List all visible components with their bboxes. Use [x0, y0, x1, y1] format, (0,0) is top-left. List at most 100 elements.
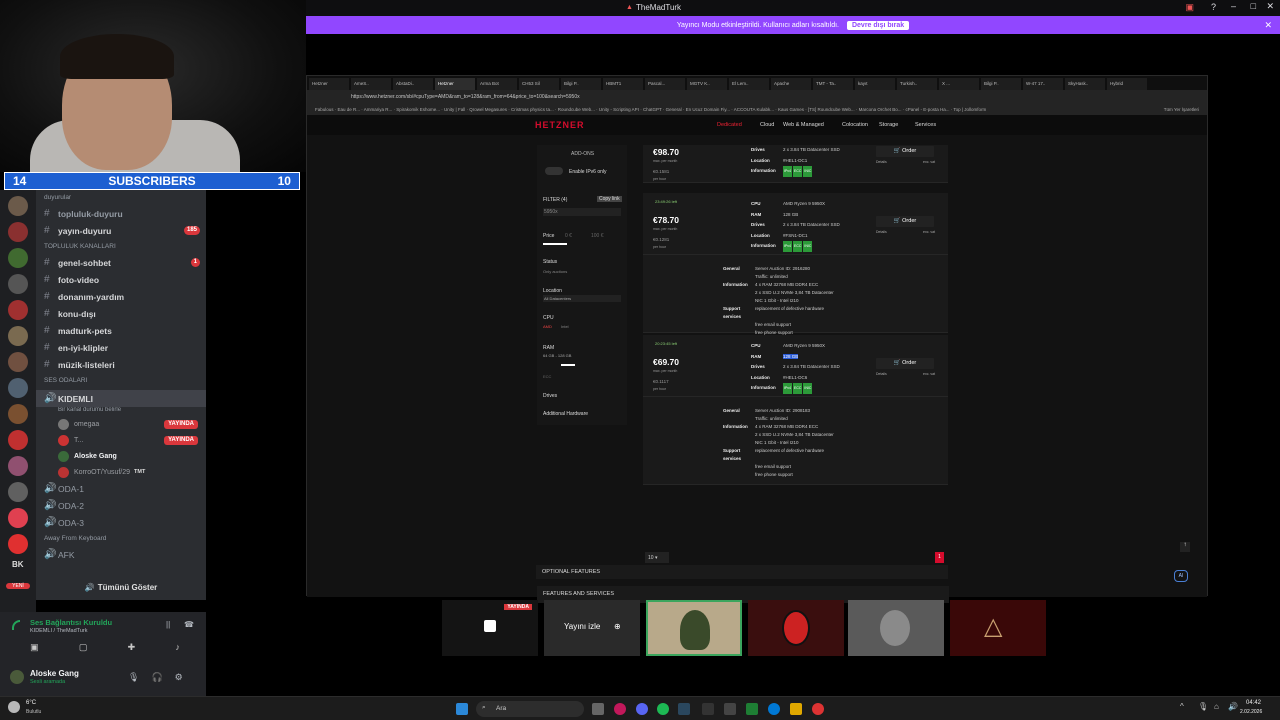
network-icon[interactable]: ⌂ — [1214, 702, 1219, 711]
steam-icon[interactable] — [678, 703, 690, 715]
drives-label[interactable]: Drives — [543, 393, 557, 399]
server-icon[interactable] — [8, 222, 28, 242]
server-icon[interactable] — [8, 508, 28, 528]
tray-chevron-icon[interactable]: ^ — [1180, 702, 1184, 711]
soundboard-icon[interactable]: ♪ — [175, 642, 180, 653]
browser-tab[interactable]: Bilgi P.. — [561, 78, 601, 90]
voice-channel-afk[interactable]: 🔊 AFK — [36, 546, 206, 563]
price-slider[interactable] — [543, 243, 567, 245]
status-value[interactable]: Only auctions — [543, 269, 567, 274]
voice-room[interactable]: 🔊 ODA-1 — [36, 480, 206, 497]
server-icon[interactable] — [8, 430, 28, 450]
server-icon[interactable] — [8, 404, 28, 424]
ecc-label[interactable]: ECC — [543, 374, 551, 379]
server-icon[interactable] — [8, 274, 28, 294]
browser-tab[interactable]: CH53 Sil — [519, 78, 559, 90]
chrome-icon[interactable] — [812, 703, 824, 715]
close-banner-icon[interactable]: ✕ — [1264, 20, 1272, 31]
connection-channel[interactable]: KIDEMLI / TheMadTurk — [30, 628, 87, 634]
help-icon[interactable]: ? — [1211, 2, 1216, 12]
participant-thumb[interactable]: △ — [950, 600, 1046, 656]
noise-icon[interactable]: || — [166, 620, 170, 629]
location-select[interactable]: All Datacenters — [543, 295, 621, 302]
discord-icon[interactable] — [636, 703, 648, 715]
all-bookmarks[interactable]: Tüm Yer İşaretleri — [1164, 107, 1199, 112]
participant-thumb[interactable] — [646, 600, 742, 656]
weather-text[interactable]: Bulutlu — [26, 709, 41, 715]
ram-label[interactable]: RAM — [543, 345, 554, 351]
status-label[interactable]: Status — [543, 259, 557, 265]
voice-channel-kidemli[interactable]: 🔊 KIDEMLI — [36, 390, 206, 407]
headphones-icon[interactable]: 🎧 — [151, 672, 162, 683]
server-icon[interactable] — [8, 534, 28, 554]
cpu-intel[interactable]: Intel — [561, 324, 569, 329]
channel-category[interactable]: TOPLULUK KANALLARI — [36, 239, 206, 254]
voice-user[interactable]: T... YAYINDA — [36, 432, 206, 448]
voice-user[interactable]: KorroOT/Yusuf/29 TMT — [36, 464, 206, 480]
camera-icon[interactable]: ▣ — [30, 642, 39, 653]
clock-date[interactable]: 2.02.2026 — [1240, 709, 1262, 715]
start-icon[interactable] — [456, 703, 468, 715]
server-icon[interactable] — [8, 248, 28, 268]
order-button[interactable]: 🛒 Order — [876, 358, 934, 369]
app-icon[interactable] — [614, 703, 626, 715]
server-icon[interactable] — [8, 378, 28, 398]
activity-icon[interactable]: ✚ — [128, 642, 136, 653]
browser-tab[interactable]: Turkish.. — [897, 78, 937, 90]
browser-tab[interactable]: SkyHask.. — [1065, 78, 1105, 90]
channel-item[interactable]: # en-iyi-klipler — [36, 339, 206, 356]
browser-tab[interactable]: Arma Bot — [477, 78, 517, 90]
optional-accordion[interactable]: OPTIONAL FEATURES — [536, 565, 948, 579]
voice-room[interactable]: 🔊 ODA-3 — [36, 514, 206, 531]
order-button[interactable]: 🛒 Order — [876, 216, 934, 227]
server-icon[interactable] — [8, 482, 28, 502]
channel-item[interactable]: # madturk-pets — [36, 322, 206, 339]
channel-item[interactable]: # müzik-listeleri — [36, 356, 206, 373]
price-label[interactable]: Price — [543, 233, 554, 239]
browser-tab[interactable]: HBMT1 — [603, 78, 643, 90]
maximize-icon[interactable]: □ — [1251, 1, 1256, 11]
browser-tab[interactable]: TMT - Ta.. — [813, 78, 853, 90]
server-icon[interactable] — [8, 352, 28, 372]
avatar[interactable] — [10, 670, 24, 684]
per-page-select[interactable]: 10 ▾ — [645, 552, 669, 563]
afk-category[interactable]: Away From Keyboard — [36, 531, 206, 546]
browser-tab[interactable]: El Lem.. — [729, 78, 769, 90]
browser-tab[interactable]: Bilgi P.. — [981, 78, 1021, 90]
voice-channel-status[interactable]: Bir kanal durumu belirle — [36, 407, 206, 416]
stream-thumb[interactable]: YAYINDA — [442, 600, 538, 656]
browser-tab[interactable]: MGTV K.. — [687, 78, 727, 90]
disconnect-icon[interactable]: ☎ — [184, 620, 194, 629]
server-icon[interactable] — [8, 456, 28, 476]
microphone-icon[interactable]: 🎙 — [128, 672, 139, 683]
channel-category[interactable]: duyurular — [36, 190, 206, 205]
channel-item[interactable]: # foto-video — [36, 271, 206, 288]
browser-tab[interactable]: Hybrid — [1107, 78, 1147, 90]
browser-tab[interactable]: AbstaDi.. — [393, 78, 433, 90]
clock-time[interactable]: 04:42 — [1246, 700, 1261, 706]
search-box[interactable]: ⌕ Ara — [476, 701, 584, 717]
details-toggle[interactable]: Details — [876, 372, 887, 376]
voice-user[interactable]: Aloske Gang — [36, 448, 206, 464]
details-toggle[interactable]: Details — [876, 230, 887, 234]
channel-item[interactable]: # konu-dışı — [36, 305, 206, 322]
record-icon[interactable]: ▣ — [1185, 2, 1194, 13]
browser-tab[interactable]: Apache — [771, 78, 811, 90]
volume-icon[interactable]: 🔊 — [1228, 702, 1238, 711]
server-bk[interactable]: BK — [12, 560, 36, 569]
server-icon[interactable] — [8, 196, 28, 216]
server-icon[interactable] — [8, 300, 28, 320]
minimize-icon[interactable]: – — [1231, 1, 1236, 11]
server-icon[interactable] — [8, 326, 28, 346]
address-bar[interactable]: https://www.hetzner.com/sb/#cpuType=AMD&… — [307, 90, 1207, 104]
nav-storage[interactable]: Storage — [879, 122, 898, 128]
edge-icon[interactable] — [768, 703, 780, 715]
additional-label[interactable]: Additional Hardware — [543, 411, 588, 417]
task-view-icon[interactable] — [592, 703, 604, 715]
app-icon[interactable] — [724, 703, 736, 715]
nav-colocation[interactable]: Colocation — [842, 122, 868, 128]
order-button[interactable]: 🛒 Order — [876, 146, 934, 157]
stream-thumb[interactable]: Yayını izle ⊕ — [544, 600, 640, 656]
scroll-top-button[interactable]: ↑ — [1180, 542, 1190, 552]
price-max[interactable]: 100 € — [591, 233, 604, 239]
